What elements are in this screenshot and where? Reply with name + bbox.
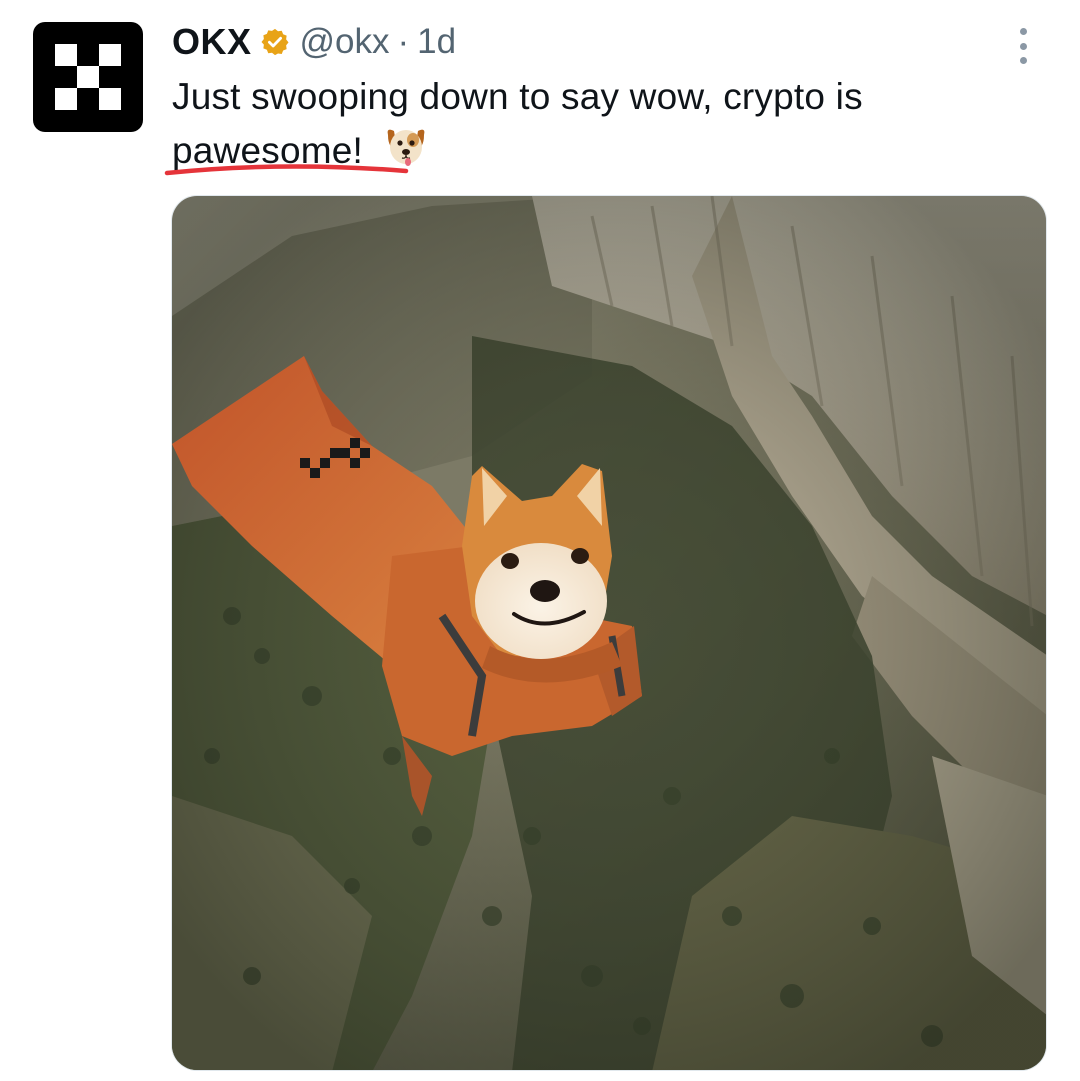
more-options-icon[interactable] <box>1008 26 1038 66</box>
post-text-line-1: Just swooping down to say wow, crypto is <box>172 76 863 117</box>
display-name[interactable]: OKX <box>172 21 252 63</box>
verified-badge-icon[interactable] <box>260 27 290 57</box>
post-image-shiba-flying-cape[interactable] <box>171 195 1047 1071</box>
timestamp[interactable]: 1d <box>417 22 456 62</box>
red-underline-annotation <box>164 164 409 176</box>
avatar-okx-logo[interactable] <box>33 22 143 132</box>
separator-dot: · <box>397 22 410 61</box>
post-text: Just swooping down to say wow, crypto is… <box>164 70 1012 184</box>
handle[interactable]: @okx <box>300 22 390 62</box>
post-header: OKX @okx · 1d <box>172 18 456 66</box>
